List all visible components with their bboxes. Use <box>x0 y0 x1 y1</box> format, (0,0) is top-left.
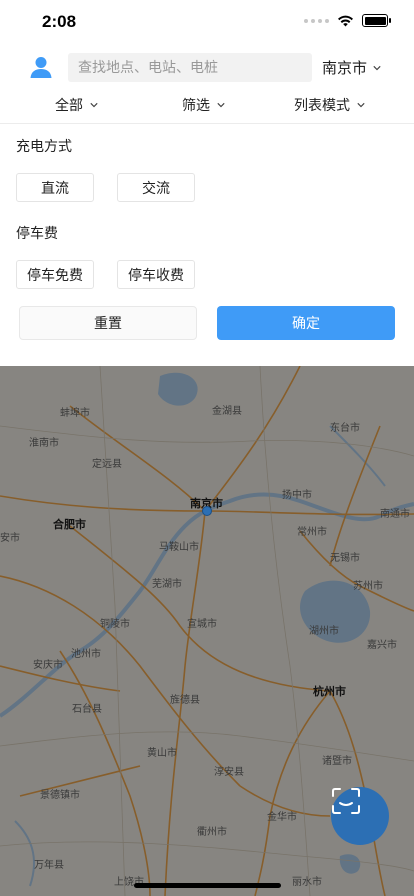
tab-filter-label: 筛选 <box>182 98 210 114</box>
map-label: 丽水市 <box>292 877 322 888</box>
map-label: 南通市 <box>380 509 410 520</box>
map-label: 嘉兴市 <box>367 640 397 651</box>
search-input[interactable] <box>68 53 312 82</box>
option-ac[interactable]: 交流 <box>117 173 195 202</box>
search-box[interactable] <box>68 53 312 82</box>
map-label: 湖州市 <box>309 626 339 637</box>
status-icons <box>304 14 391 27</box>
filter-tabs: 全部 筛选 列表模式 <box>0 88 414 124</box>
map-label: 金湖县 <box>212 406 242 417</box>
status-bar: 2:08 <box>0 0 414 46</box>
reset-button[interactable]: 重置 <box>19 306 197 340</box>
map-label: 池州市 <box>71 649 101 660</box>
map-label: 黄山市 <box>147 748 177 759</box>
charging-method-title: 充电方式 <box>16 139 72 155</box>
map-label: 金华市 <box>267 812 297 823</box>
map-label: 东台市 <box>330 423 360 434</box>
option-dc[interactable]: 直流 <box>16 173 94 202</box>
status-time: 2:08 <box>42 12 77 31</box>
location-marker-icon[interactable] <box>202 506 212 516</box>
tab-filter[interactable]: 筛选 <box>182 95 225 115</box>
scan-button[interactable] <box>331 787 389 845</box>
filter-panel: 充电方式 直流 交流 停车费 停车免费 停车收费 重置 确定 <box>0 125 414 366</box>
map-label: 石台县 <box>72 704 102 715</box>
wifi-icon <box>338 15 353 26</box>
map-label: 马鞍山市 <box>159 542 199 553</box>
map-label: 景德镇市 <box>40 790 80 801</box>
option-parking-free[interactable]: 停车免费 <box>16 260 94 289</box>
cellular-signal-icon <box>304 18 329 23</box>
city-label: 南京市 <box>322 59 368 77</box>
chevron-down-icon <box>357 102 365 108</box>
map-label: 万年县 <box>34 860 64 871</box>
city-selector[interactable]: 南京市 <box>322 57 381 78</box>
map-label: 铜陵市 <box>100 619 130 630</box>
header: 南京市 <box>0 46 414 88</box>
map-view[interactable]: 金湖县 蚌埠市 东台市 淮南市 定远县 扬中市 南京市 合肥市 常州市 南通市 … <box>0 366 414 896</box>
map-label: 杭州市 <box>313 685 346 698</box>
chevron-down-icon <box>217 102 225 108</box>
map-label: 淮南市 <box>29 438 59 449</box>
confirm-button[interactable]: 确定 <box>217 306 395 340</box>
tab-list-mode-label: 列表模式 <box>294 98 350 114</box>
map-label: 定远县 <box>92 459 122 470</box>
map-label: 常州市 <box>297 527 327 538</box>
chevron-down-icon <box>90 102 98 108</box>
tab-all-label: 全部 <box>55 98 83 114</box>
chevron-down-icon <box>373 65 381 70</box>
battery-icon <box>362 14 391 27</box>
map-label: 蚌埠市 <box>60 408 90 419</box>
map-label: 诸暨市 <box>322 756 352 767</box>
user-icon[interactable] <box>29 55 53 79</box>
map-label: 宣城市 <box>187 619 217 630</box>
parking-fee-title: 停车费 <box>16 226 58 242</box>
map-label: 芜湖市 <box>152 579 182 590</box>
home-indicator <box>134 883 281 888</box>
map-label: 苏州市 <box>353 581 383 592</box>
tab-all[interactable]: 全部 <box>55 95 98 115</box>
map-label: 安庆市 <box>33 660 63 671</box>
map-label: 衢州市 <box>197 827 227 838</box>
tab-list-mode[interactable]: 列表模式 <box>294 95 365 115</box>
option-parking-paid[interactable]: 停车收费 <box>117 260 195 289</box>
map-label: 合肥市 <box>53 518 86 531</box>
map-label: 淳安县 <box>214 767 244 778</box>
map-label: 旌德县 <box>170 695 200 706</box>
scan-icon <box>332 788 360 814</box>
map-label: 无锡市 <box>330 553 360 564</box>
map-label: 扬中市 <box>282 490 312 501</box>
map-label: 安市 <box>0 533 20 544</box>
